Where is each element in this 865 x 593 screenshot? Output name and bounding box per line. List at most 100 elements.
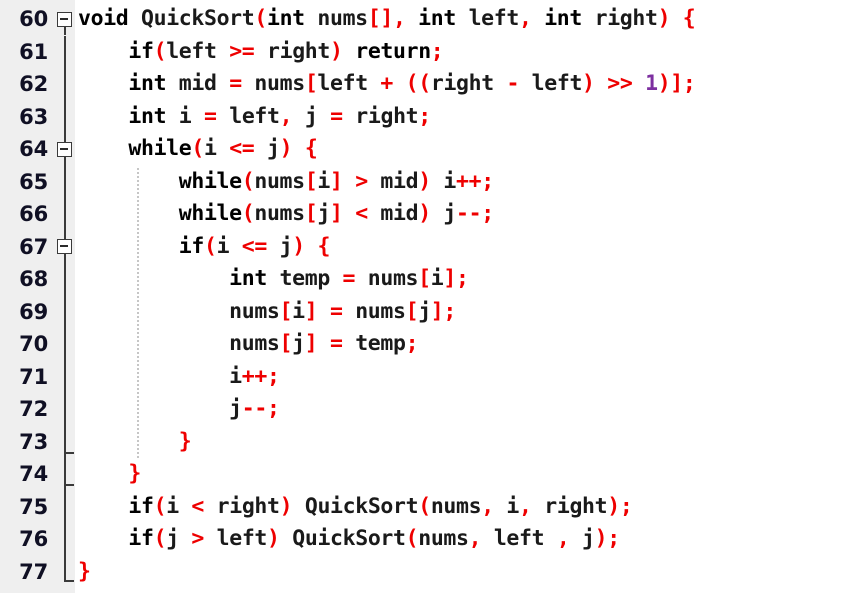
- code-line[interactable]: 64 while(i <= j) {: [0, 133, 865, 166]
- token-op: [: [418, 266, 431, 291]
- token-kw: int: [418, 6, 456, 31]
- token-op: ,: [519, 493, 532, 519]
- code-line[interactable]: 72 j--;: [0, 393, 865, 426]
- code-text[interactable]: nums[j] = temp;: [78, 328, 418, 361]
- token-id: mid: [380, 201, 419, 226]
- code-line[interactable]: 73 }: [0, 425, 865, 459]
- fold-column-cell: [55, 230, 75, 264]
- token-id: left: [166, 38, 217, 64]
- token-id: i: [506, 493, 520, 519]
- token-id: nums: [367, 266, 419, 291]
- code-text[interactable]: nums[i] = nums[j];: [78, 296, 456, 329]
- fold-collapse-icon[interactable]: [57, 239, 72, 254]
- code-text[interactable]: int mid = nums[left + ((right - left) >>…: [78, 68, 695, 101]
- fold-column-cell: [55, 458, 75, 491]
- code-text[interactable]: int temp = nums[i];: [78, 263, 469, 296]
- code-text[interactable]: while(nums[j] < mid) j--;: [78, 198, 494, 231]
- token-id: nums: [254, 201, 305, 226]
- code-text[interactable]: int i = left, j = right;: [78, 101, 431, 134]
- token-kw: while: [128, 136, 192, 161]
- code-line[interactable]: 66 while(nums[j] < mid) j--;: [0, 198, 865, 231]
- code-text[interactable]: void QuickSort(int nums[], int left, int…: [78, 3, 696, 36]
- token-id: nums: [418, 526, 469, 551]
- token-op: }: [128, 461, 141, 486]
- line-number: 66: [19, 202, 48, 226]
- code-line[interactable]: 67 if(i <= j) {: [0, 230, 865, 264]
- code-text[interactable]: if(i < right) QuickSort(nums, i, right);: [78, 491, 632, 524]
- line-number: 75: [19, 494, 48, 519]
- code-text[interactable]: i++;: [78, 361, 280, 394]
- fold-end-corner-marker: [64, 555, 74, 582]
- fold-column-cell: [55, 328, 75, 361]
- code-line[interactable]: 74 }: [0, 458, 865, 491]
- code-text[interactable]: }: [78, 458, 141, 491]
- token-id: left: [216, 526, 268, 551]
- fold-column-cell: [55, 100, 75, 134]
- line-number: 73: [19, 429, 48, 454]
- code-line[interactable]: 63 int i = left, j = right;: [0, 100, 865, 134]
- fold-column-cell: [55, 263, 75, 296]
- code-text[interactable]: if(j > left) QuickSort(nums, left , j);: [78, 523, 620, 556]
- code-line[interactable]: 77}: [0, 555, 865, 589]
- token-id: j: [418, 298, 431, 324]
- token-op: -: [506, 71, 520, 96]
- token-op: ,: [556, 526, 570, 551]
- token-kw: while: [178, 168, 242, 194]
- fold-column-cell: [55, 295, 75, 329]
- token-id: j: [229, 396, 242, 421]
- token-op: ;: [418, 103, 431, 129]
- token-id: i: [317, 168, 330, 194]
- token-op: (: [241, 168, 255, 194]
- code-text[interactable]: if(left >= right) return;: [78, 36, 443, 69]
- code-text[interactable]: while(nums[i] > mid) i++;: [78, 166, 494, 199]
- token-id: i: [166, 493, 179, 519]
- token-op: <: [355, 201, 368, 226]
- code-text[interactable]: while(i <= j) {: [78, 133, 317, 166]
- token-op: {: [682, 6, 696, 31]
- fold-collapse-icon[interactable]: [57, 11, 72, 27]
- token-op: ): [657, 6, 671, 31]
- line-number: 60: [19, 7, 48, 31]
- token-op: =: [330, 103, 343, 129]
- token-op: ): [292, 233, 305, 259]
- fold-column-cell: [55, 3, 75, 36]
- code-text[interactable]: j--;: [78, 393, 280, 426]
- token-kw: if: [128, 38, 154, 64]
- code-line[interactable]: 70 nums[j] = temp;: [0, 328, 865, 361]
- token-op: {: [317, 233, 331, 259]
- code-text[interactable]: }: [78, 556, 91, 589]
- fold-collapse-icon[interactable]: [57, 141, 72, 157]
- code-line[interactable]: 68 int temp = nums[i];: [0, 263, 865, 296]
- code-line[interactable]: 62 int mid = nums[left + ((right - left)…: [0, 68, 865, 101]
- code-line[interactable]: 69 nums[i] = nums[j];: [0, 295, 865, 329]
- code-line[interactable]: 76 if(j > left) QuickSort(nums, left , j…: [0, 523, 865, 556]
- token-kw: int: [128, 103, 167, 129]
- token-op: (: [254, 6, 267, 31]
- token-op: [: [405, 298, 419, 324]
- code-line[interactable]: 65 while(nums[i] > mid) i++;: [0, 165, 865, 199]
- token-op: (: [153, 38, 167, 64]
- code-text[interactable]: }: [78, 426, 192, 459]
- token-id: mid: [178, 71, 217, 96]
- code-text[interactable]: if(i <= j) {: [78, 231, 331, 264]
- code-line[interactable]: 61 if(left >= right) return;: [0, 35, 865, 69]
- code-line[interactable]: 60 void QuickSort(int nums[], int left, i…: [0, 3, 865, 36]
- code-line[interactable]: 71 i++;: [0, 360, 865, 394]
- token-op: =: [329, 298, 343, 324]
- code-line[interactable]: 75 if(i < right) QuickSort(nums, i, righ…: [0, 490, 865, 524]
- token-id: temp: [355, 331, 406, 356]
- line-number: 62: [19, 72, 48, 96]
